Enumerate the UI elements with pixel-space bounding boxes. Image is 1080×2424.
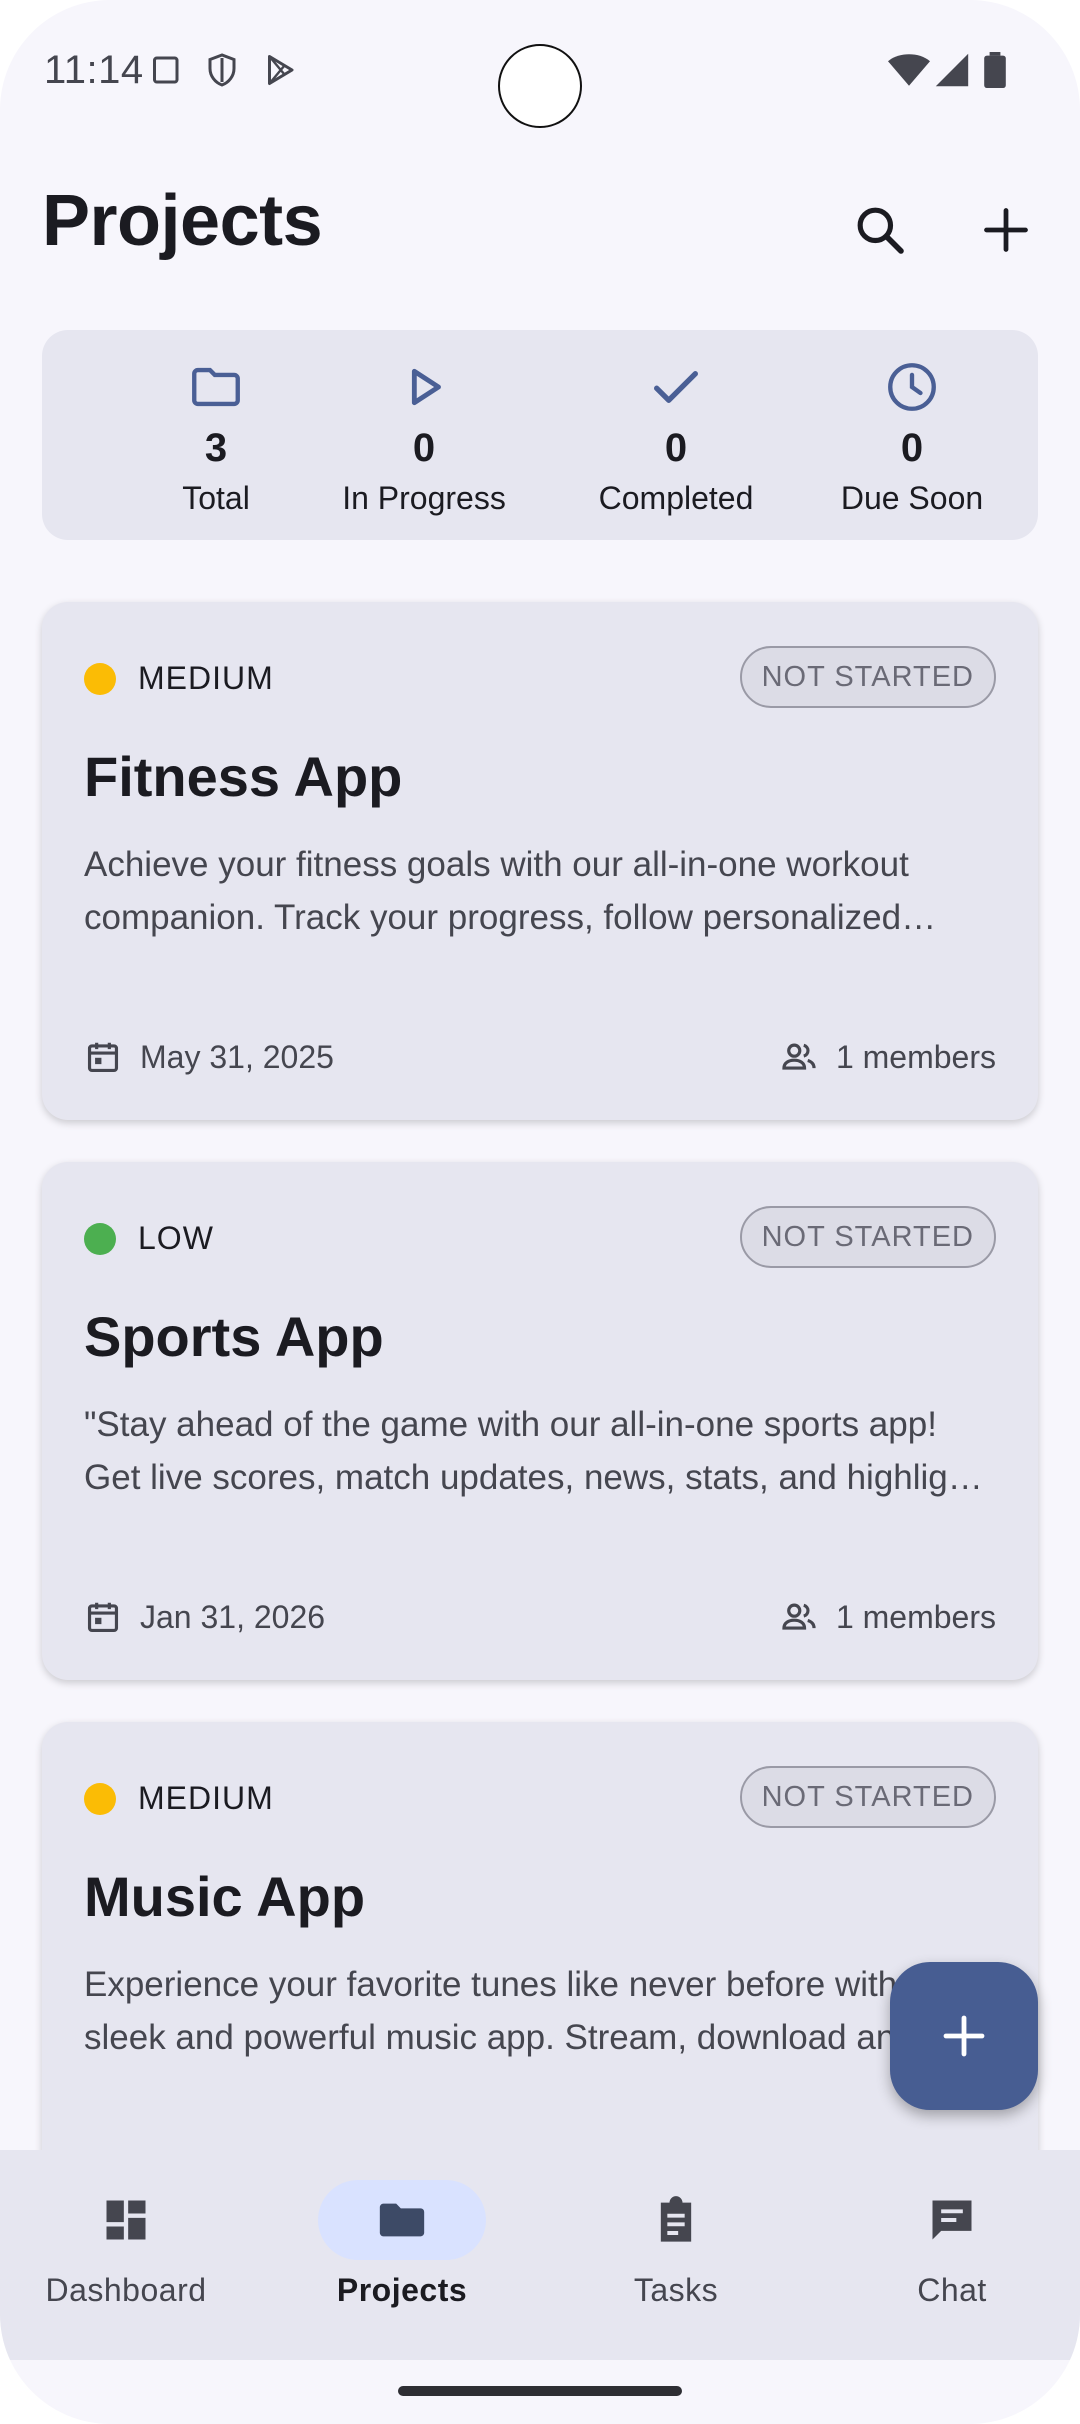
- project-card-fitness-app[interactable]: MEDIUM NOT STARTED Fitness App Achieve y…: [42, 602, 1038, 1120]
- priority-indicator: MEDIUM: [84, 1780, 274, 1817]
- stat-in-progress: 0 In Progress: [314, 358, 534, 518]
- members-count: 1 members: [780, 1598, 996, 1636]
- stat-value: 3: [204, 426, 228, 470]
- due-date-text: Jan 31, 2026: [140, 1598, 326, 1635]
- due-date: May 31, 2025: [84, 1038, 334, 1076]
- project-title: Fitness App: [84, 745, 403, 808]
- cellular-signal-icon: [934, 52, 970, 90]
- status-badge: NOT STARTED: [739, 1766, 996, 1828]
- project-description: "Stay ahead of the game with our all-in-…: [84, 1405, 995, 1497]
- stat-value: 0: [900, 426, 924, 470]
- priority-dot: [84, 1222, 116, 1255]
- nav-pill: [592, 2180, 760, 2260]
- stat-value: 0: [412, 426, 436, 470]
- project-title: Music App: [84, 1865, 366, 1928]
- stat-label: In Progress: [342, 480, 506, 516]
- battery-icon: [984, 52, 1006, 90]
- nav-chat[interactable]: Chat: [822, 2180, 1080, 2309]
- camera-cutout: [498, 44, 582, 128]
- due-date: Jan 31, 2026: [84, 1598, 325, 1636]
- phone-screen: 11:14 Projects 3 Total 0 In Progress 0 C…: [0, 0, 1080, 2424]
- play-store-icon: [262, 52, 300, 90]
- status-bar: 11:14: [0, 0, 1080, 140]
- check-icon: [654, 371, 698, 403]
- nav-projects[interactable]: Projects: [272, 2180, 532, 2309]
- people-icon: [782, 1043, 816, 1070]
- project-description: Achieve your fitness goals with our all-…: [84, 845, 909, 937]
- priority-indicator: LOW: [84, 1220, 214, 1257]
- nav-label: Dashboard: [45, 2272, 207, 2308]
- stat-value: 0: [664, 426, 688, 470]
- screenshot-notification-icon: [150, 52, 188, 90]
- folder-icon: [192, 367, 240, 407]
- add-icon: [943, 2015, 985, 2057]
- nav-pill-active: [318, 2180, 486, 2260]
- status-badge: NOT STARTED: [739, 1206, 996, 1268]
- calendar-icon: [87, 1602, 119, 1633]
- members-count: 1 members: [780, 1038, 996, 1076]
- clipboard-icon: [660, 2196, 692, 2242]
- status-time: 11:14: [44, 48, 144, 92]
- add-icon: [984, 208, 1028, 252]
- nav-label: Chat: [917, 2272, 987, 2308]
- page-title: Projects: [42, 181, 323, 261]
- search-button[interactable]: [836, 186, 924, 274]
- nav-pill: [42, 2180, 210, 2260]
- priority-indicator: MEDIUM: [84, 660, 274, 697]
- status-badge: NOT STARTED: [739, 646, 996, 708]
- dashboard-icon: [106, 2200, 146, 2240]
- stat-due-soon: 0 Due Soon: [802, 358, 1022, 518]
- stat-label: Due Soon: [840, 480, 984, 516]
- clock-icon: [888, 363, 936, 411]
- bottom-navigation: Dashboard Projects Tasks Chat: [0, 2150, 1080, 2360]
- project-stats-card: 3 Total 0 In Progress 0 Completed 0 Due …: [42, 330, 1038, 540]
- project-description: Experience your favorite tunes like neve…: [84, 1965, 958, 2057]
- stat-label: Total: [182, 480, 250, 516]
- add-project-fab[interactable]: [890, 1962, 1038, 2110]
- stat-total: 3 Total: [106, 358, 326, 518]
- nav-label: Projects: [336, 2272, 468, 2308]
- folder-icon: [379, 2203, 425, 2237]
- priority-label: LOW: [138, 1220, 214, 1256]
- priority-label: MEDIUM: [138, 660, 274, 696]
- priority-label: MEDIUM: [138, 1780, 274, 1816]
- shield-icon: [204, 52, 242, 90]
- wifi-icon: [888, 52, 930, 90]
- stat-completed: 0 Completed: [566, 358, 786, 518]
- project-title: Sports App: [84, 1305, 384, 1368]
- calendar-icon: [87, 1042, 119, 1073]
- stat-label: Completed: [598, 480, 754, 516]
- nav-pill: [868, 2180, 1036, 2260]
- add-project-button[interactable]: [962, 186, 1050, 274]
- search-icon: [857, 207, 904, 254]
- project-card-sports-app[interactable]: LOW NOT STARTED Sports App "Stay ahead o…: [42, 1162, 1038, 1680]
- play-icon: [411, 368, 441, 406]
- members-text: 1 members: [835, 1038, 996, 1075]
- nav-dashboard[interactable]: Dashboard: [0, 2180, 256, 2309]
- gesture-navigation-bar[interactable]: [398, 2386, 682, 2396]
- nav-tasks[interactable]: Tasks: [546, 2180, 806, 2309]
- people-icon: [782, 1603, 816, 1630]
- chat-icon: [932, 2200, 972, 2240]
- priority-dot: [84, 1782, 116, 1815]
- nav-label: Tasks: [633, 2272, 719, 2308]
- priority-dot: [84, 662, 116, 695]
- members-text: 1 members: [835, 1598, 996, 1635]
- due-date-text: May 31, 2025: [140, 1038, 334, 1075]
